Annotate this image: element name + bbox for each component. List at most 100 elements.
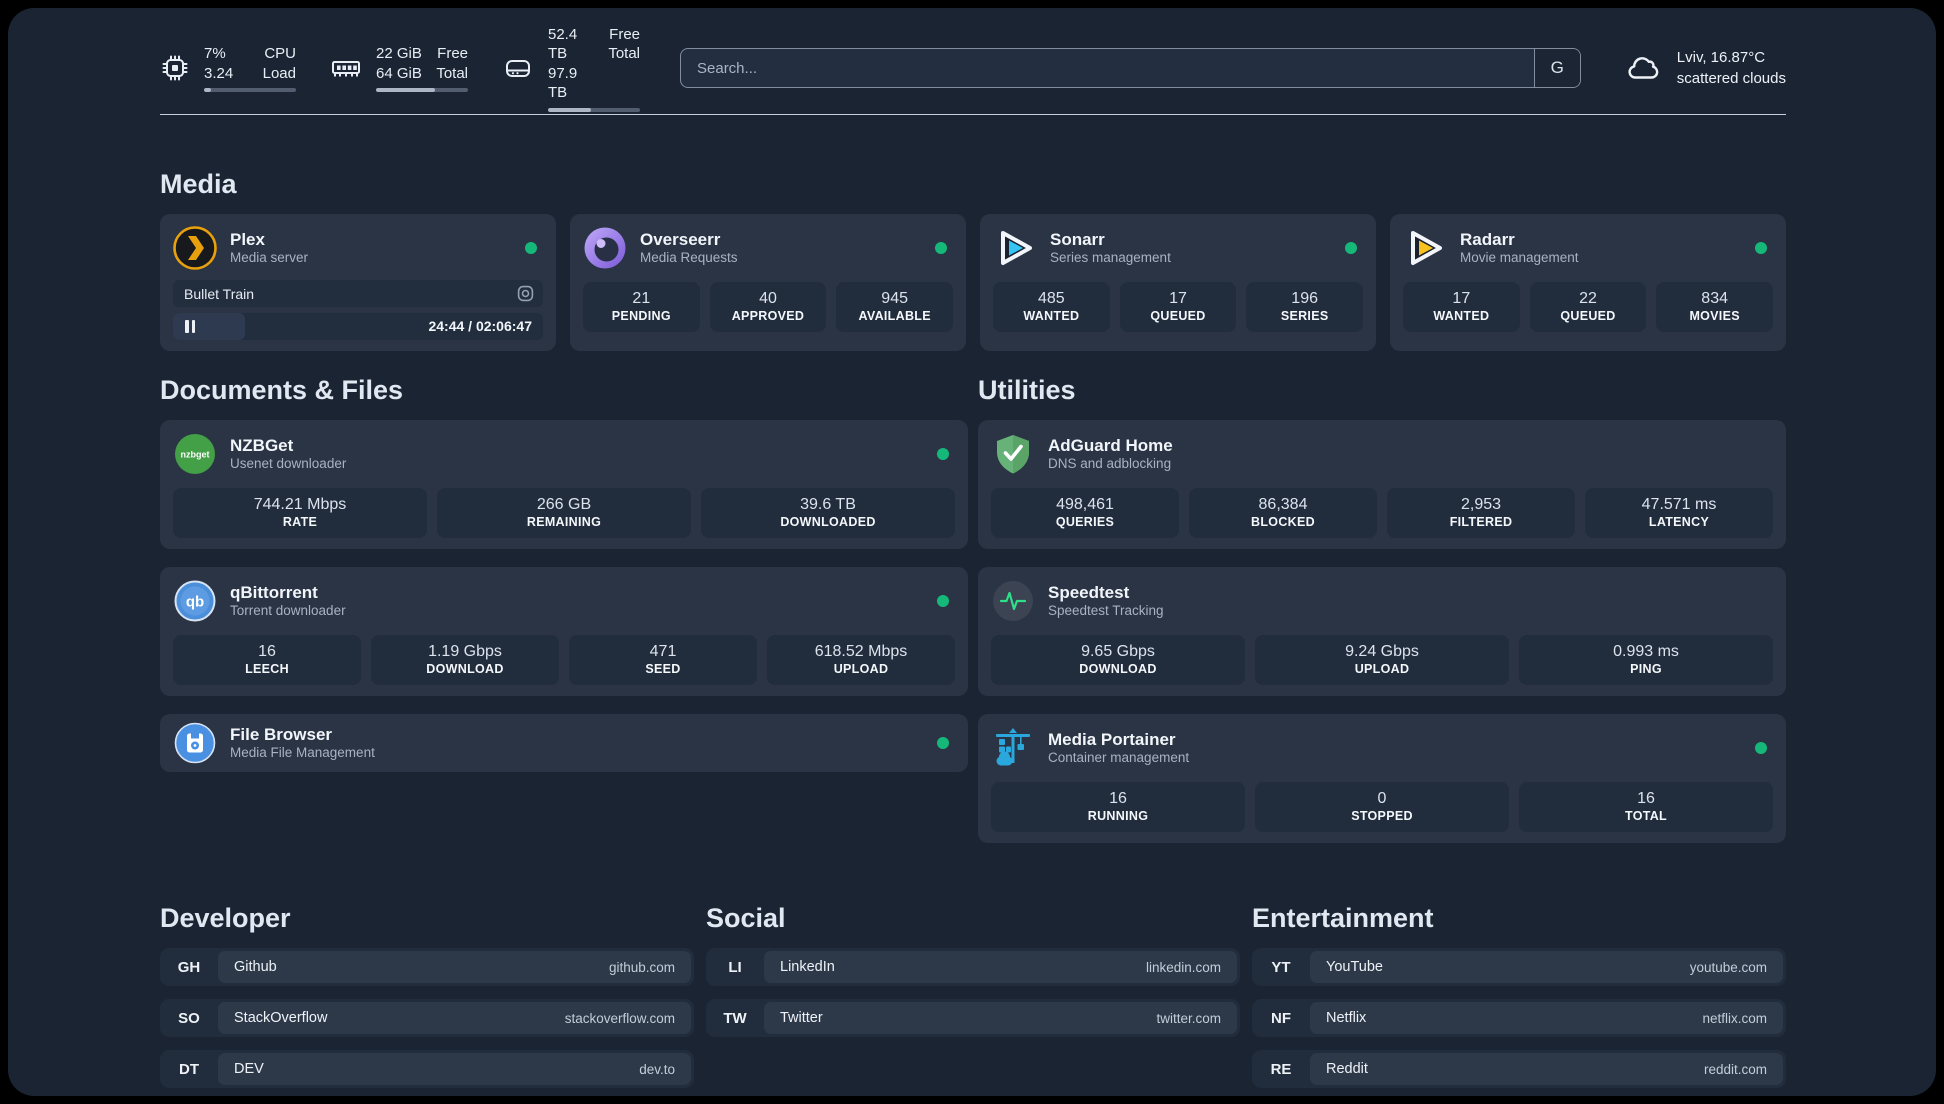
bookmark-url: youtube.com (1689, 959, 1767, 975)
app-name: Radarr (1460, 229, 1515, 249)
header-divider (160, 114, 1786, 115)
playback-progress[interactable]: 24:44 / 02:06:47 (173, 313, 543, 340)
app-name: qBittorrent (230, 582, 318, 602)
app-card-radarr[interactable]: Radarr Movie management 17 WANTED 22 QUE… (1390, 214, 1786, 351)
stat-queries: 498,461 QUERIES (991, 488, 1179, 538)
pause-icon[interactable] (185, 320, 195, 333)
session-target-icon[interactable] (517, 285, 534, 302)
stat-available: 945 AVAILABLE (836, 282, 953, 332)
section-title-developer: Developer (160, 903, 291, 933)
portainer-icon (991, 726, 1035, 770)
cpu-progress-bar (204, 88, 296, 92)
app-description: Media Requests (640, 250, 738, 266)
top-bar: 7% 3.24 CPU Load 22 GiB 64 GiB Free Tota… (160, 26, 1786, 112)
bookmark-url: linkedin.com (1145, 959, 1221, 975)
bookmark-url: github.com (608, 959, 675, 975)
disk-label-top: Free (609, 25, 640, 43)
cpu-stat: 7% 3.24 CPU Load (160, 25, 296, 112)
stat-filtered: 2,953 FILTERED (1387, 488, 1575, 538)
disk-icon (502, 53, 534, 83)
memory-label-bottom: Total (436, 64, 468, 82)
app-card-portainer[interactable]: Media Portainer Container management 16 … (978, 714, 1786, 843)
app-card-plex[interactable]: Plex Media server Bullet Train 24:44 / 0… (160, 214, 556, 351)
app-card-nzbget[interactable]: nzbget NZBGet Usenet downloader 744.21 M… (160, 420, 968, 549)
bookmark-body: LinkedIn linkedin.com (764, 951, 1237, 983)
bookmark-name: LinkedIn (780, 959, 835, 975)
dashboard-panel: 7% 3.24 CPU Load 22 GiB 64 GiB Free Tota… (8, 8, 1936, 1096)
now-playing-row: Bullet Train (173, 280, 543, 307)
app-name: Speedtest (1048, 582, 1130, 602)
bookmark-twitter[interactable]: TW Twitter twitter.com (706, 999, 1240, 1037)
now-playing-title: Bullet Train (184, 285, 255, 302)
system-stats: 7% 3.24 CPU Load 22 GiB 64 GiB Free Tota… (160, 25, 640, 112)
app-description: Container management (1048, 750, 1190, 766)
stat-upload: 9.24 Gbps UPLOAD (1255, 635, 1509, 685)
bookmark-dev[interactable]: DT DEV dev.to (160, 1050, 694, 1088)
app-description: Movie management (1460, 250, 1579, 266)
search-bar: G (680, 48, 1581, 88)
bookmark-abbr: TW (723, 1009, 747, 1027)
memory-icon (330, 53, 362, 83)
app-card-adguard[interactable]: AdGuard Home DNS and adblocking 498,461 … (978, 420, 1786, 549)
bookmark-github[interactable]: GH Github github.com (160, 948, 694, 986)
section-developer: Developer GH Github github.com SO StackO… (160, 903, 694, 1096)
memory-free: 22 GiB (376, 45, 422, 62)
app-description: Speedtest Tracking (1048, 603, 1164, 619)
bookmark-linkedin[interactable]: LI LinkedIn linkedin.com (706, 948, 1240, 986)
bookmark-body: YouTube youtube.com (1310, 951, 1783, 983)
bookmark-abbr: NF (1271, 1009, 1291, 1027)
status-dot (1755, 742, 1767, 754)
disk-stat: 52.4 TB 97.9 TB Free Total (502, 25, 640, 112)
app-name: Media Portainer (1048, 729, 1176, 749)
bookmark-body: Reddit reddit.com (1310, 1053, 1783, 1085)
dashboard: 7% 3.24 CPU Load 22 GiB 64 GiB Free Tota… (0, 0, 1944, 1104)
stat-leech: 16 LEECH (173, 635, 361, 685)
bookmark-url: stackoverflow.com (564, 1010, 675, 1026)
nzbget-icon: nzbget (173, 432, 217, 476)
svg-text:qb: qb (186, 594, 204, 611)
cpu-icon (160, 53, 190, 83)
stat-queued: 17 QUEUED (1119, 282, 1237, 332)
stat-stopped: 0 STOPPED (1255, 782, 1509, 832)
disk-progress-bar (548, 107, 640, 112)
memory-labels: Free Total (436, 44, 468, 83)
app-card-qbittorrent[interactable]: qb qBittorrent Torrent downloader 16 LEE… (160, 567, 968, 696)
bookmark-reddit[interactable]: RE Reddit reddit.com (1252, 1050, 1786, 1088)
stat-upload: 618.52 Mbps UPLOAD (767, 635, 955, 685)
bookmark-abbr: LI (728, 958, 742, 976)
playback-progress-fill (173, 313, 246, 340)
app-description: Usenet downloader (230, 456, 347, 472)
disk-total: 97.9 TB (548, 64, 578, 102)
app-card-speedtest[interactable]: Speedtest Speedtest Tracking 9.65 Gbps D… (978, 567, 1786, 696)
cloud-icon (1625, 51, 1663, 85)
bookmark-netflix[interactable]: NF Netflix netflix.com (1252, 999, 1786, 1037)
app-card-filebrowser[interactable]: File Browser Media File Management (160, 714, 968, 772)
section-title-social: Social (706, 903, 786, 933)
app-description: Media server (230, 250, 309, 266)
stat-seed: 471 SEED (569, 635, 757, 685)
search-input[interactable] (681, 49, 1534, 87)
stat-wanted: 17 WANTED (1403, 282, 1520, 332)
svg-text:nzbget: nzbget (181, 450, 210, 460)
disk-labels: Free Total (608, 25, 640, 103)
app-card-sonarr[interactable]: Sonarr Series management 485 WANTED 17 Q… (980, 214, 1376, 351)
bookmark-body: Twitter twitter.com (764, 1002, 1237, 1034)
app-description: Series management (1050, 250, 1171, 266)
status-dot (935, 242, 947, 254)
bookmark-abbr: GH (177, 958, 201, 976)
stat-total: 16 TOTAL (1519, 782, 1773, 832)
bookmark-body: Github github.com (218, 951, 691, 983)
bookmark-stackoverflow[interactable]: SO StackOverflow stackoverflow.com (160, 999, 694, 1037)
disk-values: 52.4 TB 97.9 TB (548, 25, 598, 103)
app-card-overseerr[interactable]: Overseerr Media Requests 21 PENDING 40 A… (570, 214, 966, 351)
bookmark-youtube[interactable]: YT YouTube youtube.com (1252, 948, 1786, 986)
disk-free: 52.4 TB (548, 25, 578, 63)
status-dot (1755, 242, 1767, 254)
plex-icon (173, 226, 217, 270)
bookmark-abbr: RE (1270, 1060, 1292, 1078)
qbittorrent-icon: qb (173, 579, 217, 623)
search-engine-button[interactable]: G (1533, 49, 1580, 87)
memory-label-top: Free (437, 45, 468, 62)
stat-download: 1.19 Gbps DOWNLOAD (371, 635, 559, 685)
bookmark-abbr: DT (179, 1060, 199, 1078)
